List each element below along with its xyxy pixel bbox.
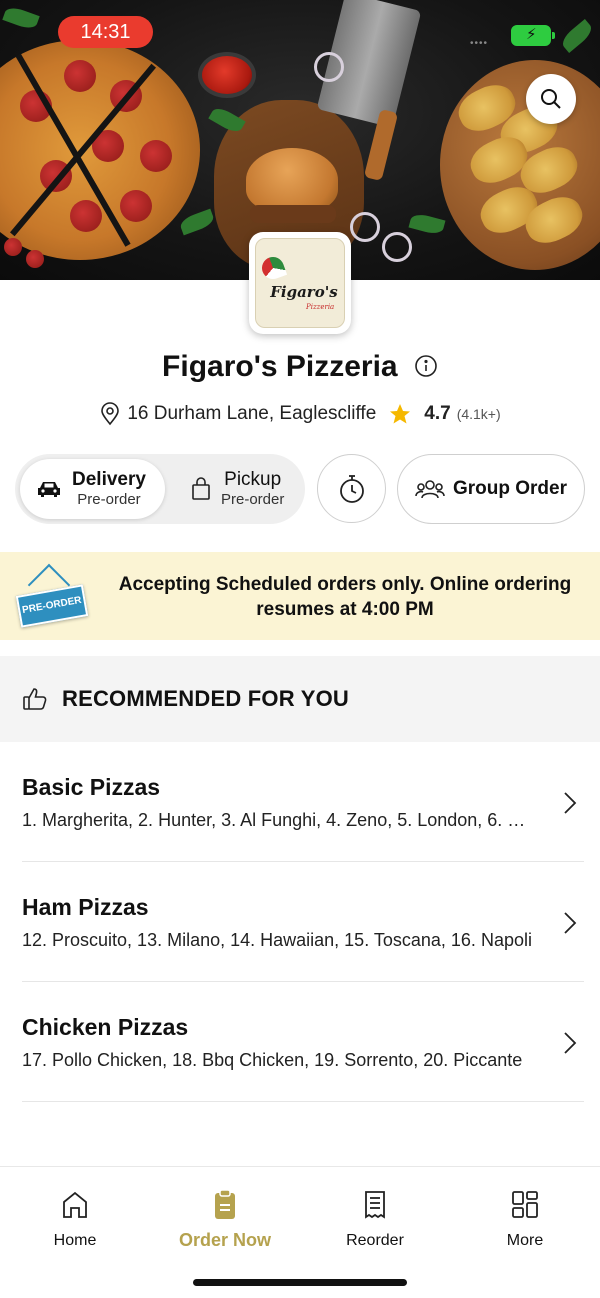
recommended-title: RECOMMENDED FOR YOU (62, 686, 349, 711)
nav-reorder-label: Reorder (346, 1232, 404, 1249)
star-icon (390, 404, 411, 424)
delivery-option[interactable]: Delivery Pre-order (20, 459, 165, 519)
category-description: 1. Margherita, 2. Hunter, 3. Al Funghi, … (22, 810, 532, 830)
pickup-label: Pickup (224, 468, 282, 490)
pickup-option[interactable]: Pickup Pre-order (175, 459, 303, 519)
category-title: Chicken Pizzas (22, 1014, 189, 1040)
search-button[interactable] (526, 74, 576, 124)
restaurant-name: Figaro's Pizzeria (162, 350, 398, 383)
stopwatch-icon (339, 474, 364, 503)
nav-reorder[interactable]: Reorder (320, 1189, 430, 1250)
group-order-button[interactable]: Group Order (397, 454, 585, 524)
signal-indicator: •••• (470, 38, 489, 49)
group-users-icon (415, 480, 445, 499)
delivery-label: Delivery (72, 468, 146, 490)
nav-order-now-label: Order Now (178, 1230, 271, 1250)
restaurant-logo: Figaro's Pizzeria (249, 232, 351, 334)
category-title: Ham Pizzas (22, 894, 149, 920)
category-row-basic-pizzas[interactable]: Basic Pizzas 1. Margherita, 2. Hunter, 3… (0, 742, 600, 862)
group-order-label: Group Order (452, 478, 567, 499)
pickup-sublabel: Pre-order (221, 491, 285, 509)
car-icon (38, 482, 60, 497)
battery-icon: ⚡ (511, 25, 555, 46)
nav-home-label: Home (53, 1232, 97, 1249)
restaurant-address[interactable]: 16 Durham Lane, Eaglescliffe (127, 403, 376, 425)
location-pin-icon (101, 402, 120, 426)
rating-value: 4.7 (424, 403, 451, 424)
home-indicator[interactable] (193, 1279, 407, 1286)
shopping-bag-icon (192, 477, 210, 500)
restaurant-title-row: Figaro's Pizzeria (0, 350, 600, 384)
home-icon (63, 1191, 87, 1218)
order-bag-icon (215, 1189, 235, 1219)
category-row-chicken-pizzas[interactable]: Chicken Pizzas 17. Pollo Chicken, 18. Bb… (0, 982, 600, 1102)
logo-subtitle: Pizzeria (306, 303, 335, 311)
italian-flag-icon (258, 253, 288, 283)
preorder-tag-icon: PRE-ORDER (15, 584, 89, 628)
logo-wordmark: Figaro's (270, 283, 338, 301)
delivery-sublabel: Pre-order (77, 491, 141, 509)
chevron-right-icon (564, 912, 577, 934)
category-description: 17. Pollo Chicken, 18. Bbq Chicken, 19. … (22, 1050, 523, 1070)
burger-illustration (246, 148, 338, 212)
nav-home[interactable]: Home (20, 1189, 130, 1250)
nav-order-now[interactable]: Order Now (170, 1189, 280, 1251)
nav-more[interactable]: More (470, 1189, 580, 1250)
divider (22, 1101, 584, 1102)
receipt-icon (365, 1191, 385, 1219)
info-icon[interactable] (414, 354, 438, 378)
address-rating-row: 16 Durham Lane, Eaglescliffe 4.7 (4.1k+) (0, 402, 600, 426)
nav-more-label: More (506, 1232, 544, 1249)
order-mode-toggle: Delivery Pre-order Pickup Pre-order (15, 454, 305, 524)
status-time: 14:31 (58, 16, 153, 48)
category-title: Basic Pizzas (22, 774, 161, 800)
thumbs-up-icon (23, 688, 47, 710)
grid-icon (512, 1191, 538, 1218)
preorder-notice-banner: PRE-ORDER Accepting Scheduled orders onl… (0, 552, 600, 640)
chevron-right-icon (564, 1032, 577, 1054)
search-icon (541, 89, 561, 109)
notice-text: Accepting Scheduled orders only. Online … (118, 574, 572, 620)
schedule-time-button[interactable] (317, 454, 386, 523)
category-row-ham-pizzas[interactable]: Ham Pizzas 12. Proscuito, 13. Milano, 14… (0, 862, 600, 982)
rating-count: (4.1k+) (456, 406, 501, 422)
sauce-bowl-illustration (198, 52, 256, 98)
recommended-header: RECOMMENDED FOR YOU (0, 656, 600, 742)
category-description: 12. Proscuito, 13. Milano, 14. Hawaiian,… (22, 930, 532, 950)
chevron-right-icon (564, 792, 577, 814)
